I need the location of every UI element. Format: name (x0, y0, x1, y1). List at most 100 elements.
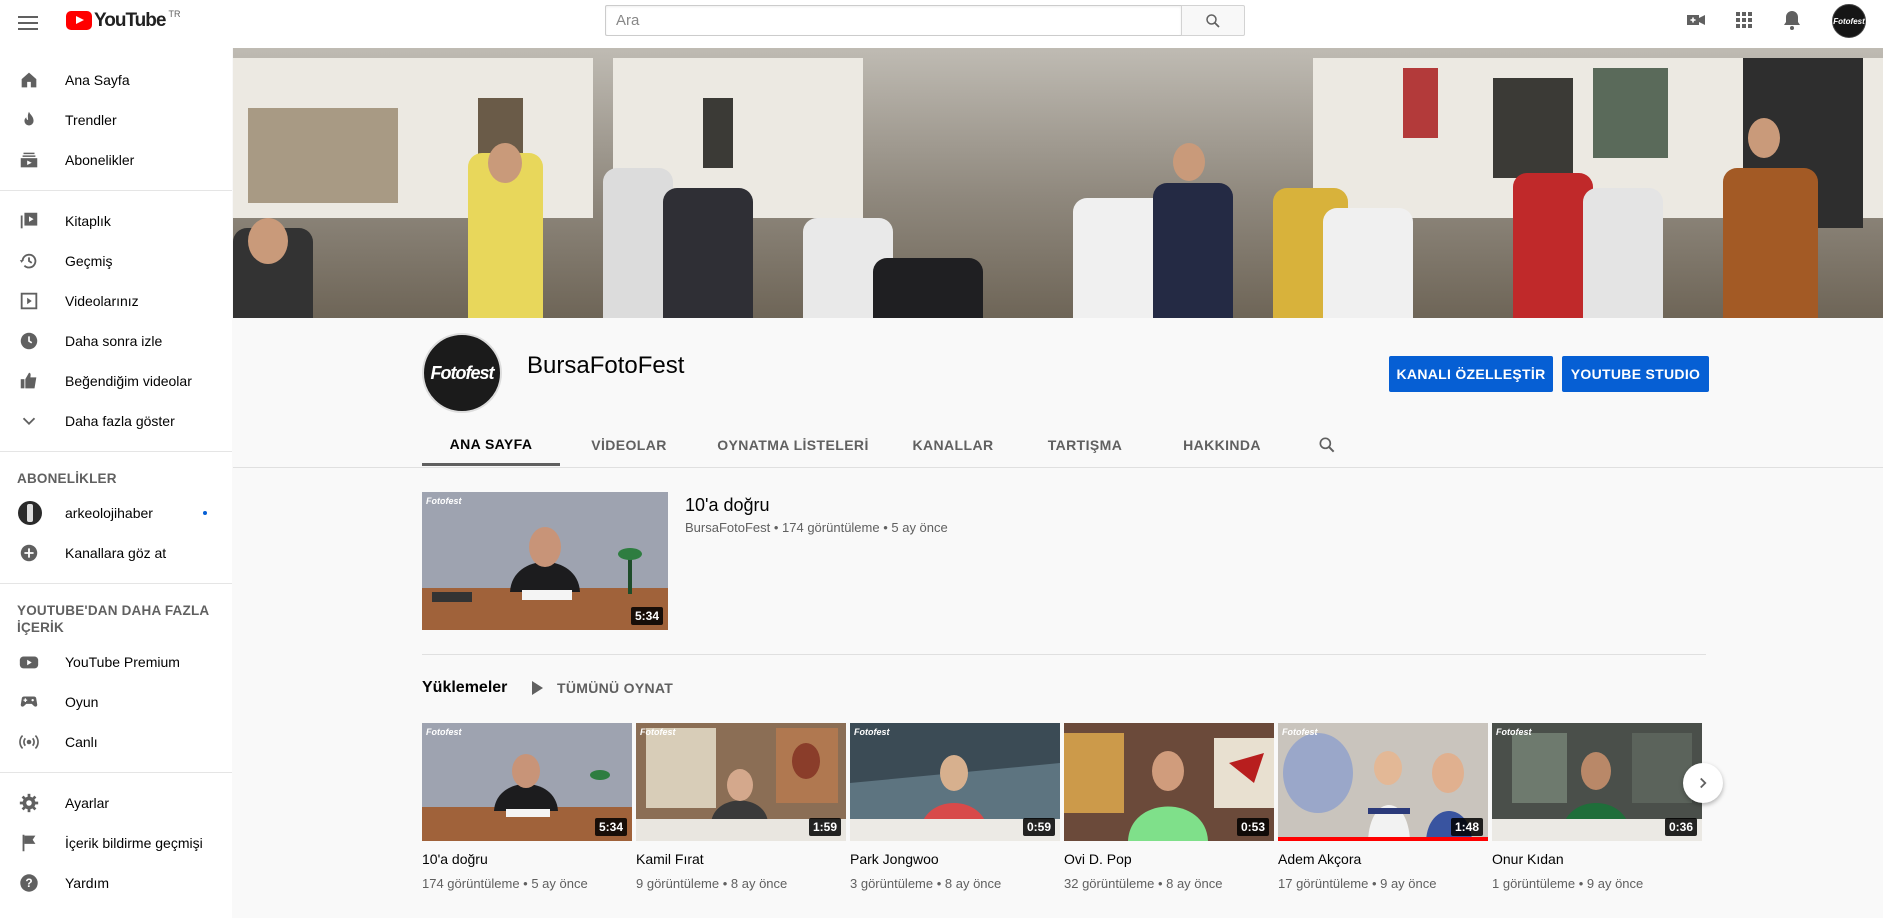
video-thumbnail[interactable]: Fotofest 1:59 (636, 723, 846, 841)
sidebar-item-report-history[interactable]: İçerik bildirme geçmişi (0, 823, 232, 863)
sidebar-item-subscription-channel[interactable]: arkeolojihaber (0, 493, 232, 533)
sidebar-item-label: Daha sonra izle (65, 333, 163, 349)
masthead: YouTube TR Fotofest (0, 0, 1883, 48)
sidebar-item-browse-channels[interactable]: Kanallara göz at (0, 533, 232, 573)
tab-channels[interactable]: KANALLAR (888, 424, 1018, 466)
account-avatar[interactable]: Fotofest (1832, 4, 1866, 38)
sidebar-item-history[interactable]: Geçmiş (0, 241, 232, 281)
video-meta: 174 görüntüleme • 5 ay önce (422, 876, 588, 891)
tab-home[interactable]: ANA SAYFA (422, 424, 560, 466)
sidebar-item-your-videos[interactable]: Videolarınız (0, 281, 232, 321)
sidebar-item-live[interactable]: Canlı (0, 722, 232, 762)
search-input[interactable] (605, 5, 1181, 36)
sidebar-item-label: Videolarınız (65, 293, 139, 309)
play-all-label: TÜMÜNÜ OYNAT (557, 680, 674, 696)
video-title[interactable]: Adem Akçora (1278, 851, 1488, 867)
video-duration: 0:36 (1664, 818, 1697, 836)
video-title[interactable]: Kamil Fırat (636, 851, 846, 867)
play-all-button[interactable]: TÜMÜNÜ OYNAT (532, 680, 673, 696)
gear-icon (18, 792, 40, 814)
sidebar-item-label: Geçmiş (65, 253, 113, 269)
video-title[interactable]: Park Jongwoo (850, 851, 1060, 867)
sidebar-item-label: İçerik bildirme geçmişi (65, 835, 203, 851)
video-thumbnail[interactable]: Fotofest 5:34 (422, 723, 632, 841)
channel-watermark: Fotofest (1496, 727, 1532, 737)
library-icon (18, 210, 40, 232)
sidebar: Ana Sayfa Trendler Abonelikler Kitaplık … (0, 48, 232, 918)
section-divider (422, 654, 1706, 655)
video-card[interactable]: Fotofest 0:36 Onur Kıdan 1 görüntüleme •… (1492, 723, 1702, 891)
video-card[interactable]: Fotofest 0:59 Park Jongwoo 3 görüntüleme… (850, 723, 1060, 891)
video-title[interactable]: Ovi D. Pop (1064, 851, 1274, 867)
sidebar-item-label: arkeolojihaber (65, 505, 153, 521)
video-thumbnail[interactable]: Fotofest 0:59 (850, 723, 1060, 841)
video-thumbnail[interactable]: 0:53 (1064, 723, 1274, 841)
video-card[interactable]: Fotofest 1:48 Adem Akçora 17 görüntüleme… (1278, 723, 1488, 891)
video-thumbnail[interactable]: Fotofest 0:36 (1492, 723, 1702, 841)
bell-icon[interactable] (1780, 8, 1804, 37)
featured-video-title[interactable]: 10'a doğru (685, 495, 770, 516)
video-card[interactable]: Fotofest 5:34 10'a doğru 174 görüntüleme… (422, 723, 632, 891)
video-thumbnail[interactable]: Fotofest 1:48 (1278, 723, 1488, 841)
avatar-text: Fotofest (1833, 16, 1865, 26)
tab-discussion[interactable]: TARTIŞMA (1018, 424, 1152, 466)
live-icon (18, 731, 40, 753)
search-icon (1206, 13, 1220, 28)
sidebar-item-label: Ana Sayfa (65, 72, 130, 88)
channel-avatar[interactable]: Fotofest (422, 333, 502, 413)
channel-tabs: ANA SAYFA VİDEOLAR OYNATMA LİSTELERİ KAN… (422, 424, 1362, 466)
subscriptions-heading: ABONELİKLER (17, 471, 117, 486)
sidebar-item-label: YouTube Premium (65, 654, 180, 670)
sidebar-item-watch-later[interactable]: Daha sonra izle (0, 321, 232, 361)
svg-text:?: ? (25, 876, 32, 890)
video-card[interactable]: 0:53 Ovi D. Pop 32 görüntüleme • 8 ay ön… (1064, 723, 1274, 891)
sidebar-item-show-more[interactable]: Daha fazla göster (0, 401, 232, 441)
shelf-next-button[interactable] (1683, 763, 1723, 803)
tab-about[interactable]: HAKKINDA (1152, 424, 1292, 466)
sidebar-item-home[interactable]: Ana Sayfa (0, 60, 232, 100)
search-button[interactable] (1181, 5, 1245, 36)
sidebar-item-label: Ayarlar (65, 795, 110, 811)
youtube-logo[interactable]: YouTube TR (66, 9, 180, 31)
channel-header: Fotofest BursaFotoFest KANALI ÖZELLEŞTİR… (233, 318, 1883, 468)
sidebar-item-settings[interactable]: Ayarlar (0, 783, 232, 823)
sidebar-divider (0, 583, 232, 584)
tab-videos[interactable]: VİDEOLAR (560, 424, 698, 466)
sidebar-divider (0, 772, 232, 773)
channel-watermark: Fotofest (640, 727, 676, 737)
search-box (605, 5, 1245, 36)
sidebar-item-label: Kanallara göz at (65, 545, 167, 561)
video-card[interactable]: Fotofest 1:59 Kamil Fırat 9 görüntüleme … (636, 723, 846, 891)
sidebar-item-trending[interactable]: Trendler (0, 100, 232, 140)
sidebar-item-library[interactable]: Kitaplık (0, 201, 232, 241)
sidebar-item-youtube-premium[interactable]: YouTube Premium (0, 642, 232, 682)
featured-video-thumbnail[interactable]: Fotofest 5:34 (422, 492, 668, 630)
sidebar-item-help[interactable]: ? Yardım (0, 863, 232, 903)
uploads-heading[interactable]: Yüklemeler (422, 679, 507, 697)
clock-icon (18, 330, 40, 352)
youtube-studio-button[interactable]: YOUTUBE STUDIO (1562, 356, 1709, 392)
tab-playlists[interactable]: OYNATMA LİSTELERİ (698, 424, 888, 466)
watch-progress-bar (1278, 837, 1488, 841)
apps-grid-icon[interactable] (1732, 8, 1756, 37)
channel-search-button[interactable] (1292, 424, 1362, 466)
video-meta: 3 görüntüleme • 8 ay önce (850, 876, 1002, 891)
sidebar-item-subscriptions[interactable]: Abonelikler (0, 140, 232, 180)
video-camera-icon[interactable] (1684, 8, 1708, 37)
video-meta: 1 görüntüleme • 9 ay önce (1492, 876, 1644, 891)
video-title[interactable]: 10'a doğru (422, 851, 632, 867)
sidebar-item-liked-videos[interactable]: Beğendiğim videolar (0, 361, 232, 401)
video-duration: 0:59 (1022, 818, 1055, 836)
featured-video-meta: BursaFotoFest • 174 görüntüleme • 5 ay ö… (685, 520, 948, 535)
logo-text: YouTube (94, 10, 166, 31)
customize-channel-button[interactable]: KANALI ÖZELLEŞTİR (1389, 356, 1553, 392)
add-circle-icon (18, 542, 40, 564)
sidebar-divider (0, 190, 232, 191)
menu-icon[interactable] (16, 12, 40, 36)
video-title[interactable]: Onur Kıdan (1492, 851, 1702, 867)
channel-banner (233, 48, 1883, 318)
play-icon (532, 681, 543, 695)
channel-avatar (18, 501, 42, 525)
sidebar-item-gaming[interactable]: Oyun (0, 682, 232, 722)
video-duration: 5:34 (630, 607, 663, 625)
